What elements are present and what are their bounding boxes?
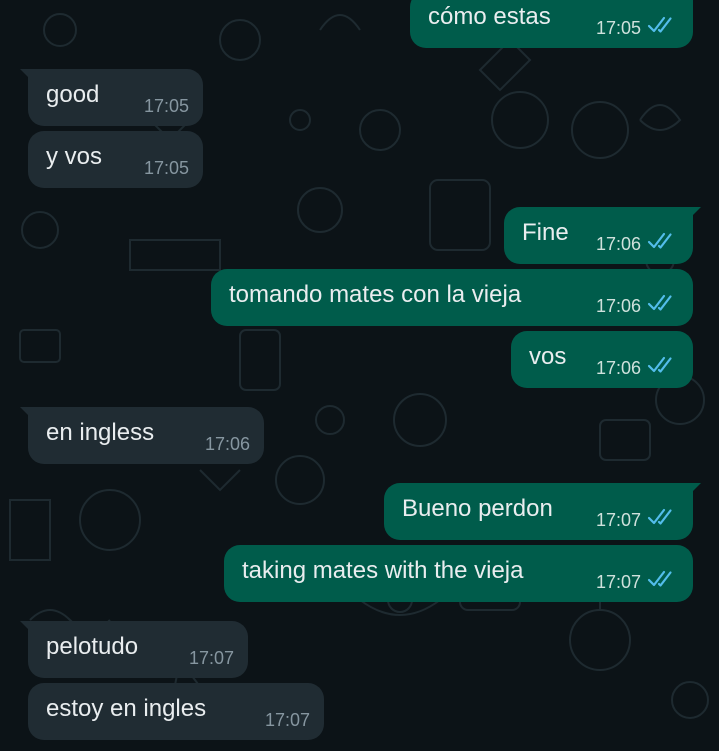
outgoing-message[interactable]: taking mates with the vieja 17:07 xyxy=(224,545,693,602)
message-timestamp: 17:06 xyxy=(595,234,641,254)
outgoing-message[interactable]: Bueno perdon 17:07 xyxy=(384,483,701,540)
outgoing-message[interactable]: vos 17:06 xyxy=(511,331,693,388)
message-timestamp: 17:05 xyxy=(595,18,641,38)
bubble-tail xyxy=(685,483,701,499)
read-double-check-icon xyxy=(647,508,672,525)
outgoing-message[interactable]: Fine 17:06 xyxy=(504,207,701,264)
message-text: vos xyxy=(529,343,567,370)
message-text: en ingless xyxy=(46,419,155,446)
message-text: Fine xyxy=(522,219,569,246)
read-double-check-icon xyxy=(647,570,672,587)
message-timestamp: 17:06 xyxy=(595,296,641,316)
message-timestamp: 17:05 xyxy=(143,96,189,116)
message-text: pelotudo xyxy=(46,633,139,660)
incoming-message[interactable]: good 17:05 xyxy=(20,69,203,126)
message-text: good xyxy=(46,81,100,108)
message-timestamp: 17:07 xyxy=(595,572,641,592)
message-text: taking mates with the vieja xyxy=(242,557,524,584)
incoming-message[interactable]: y vos 17:05 xyxy=(28,131,203,188)
bubble-tail xyxy=(20,69,36,85)
incoming-message[interactable]: estoy en ingles 17:07 xyxy=(28,683,324,740)
message-text: cómo estas xyxy=(428,3,551,30)
read-double-check-icon xyxy=(647,294,672,311)
outgoing-message[interactable]: tomando mates con la vieja 17:06 xyxy=(211,269,693,326)
message-timestamp: 17:06 xyxy=(204,434,250,454)
message-text: estoy en ingles xyxy=(46,695,207,722)
incoming-message[interactable]: en ingless 17:06 xyxy=(20,407,264,464)
message-text: Bueno perdon xyxy=(402,495,553,522)
message-timestamp: 17:07 xyxy=(595,510,641,530)
read-double-check-icon xyxy=(647,232,672,249)
bubble-tail xyxy=(20,621,36,637)
incoming-message[interactable]: pelotudo 17:07 xyxy=(20,621,248,678)
read-double-check-icon xyxy=(647,16,672,33)
outgoing-message[interactable]: cómo estas 17:05 xyxy=(410,0,701,48)
message-timestamp: 17:06 xyxy=(595,358,641,378)
message-timestamp: 17:07 xyxy=(264,710,310,730)
message-timestamp: 17:05 xyxy=(143,158,189,178)
bubble-tail xyxy=(685,207,701,223)
message-text: y vos xyxy=(46,143,103,170)
read-double-check-icon xyxy=(647,356,672,373)
bubble-tail xyxy=(20,407,36,423)
message-timestamp: 17:07 xyxy=(188,648,234,668)
bubble-tail xyxy=(685,0,701,7)
message-text: tomando mates con la vieja xyxy=(229,281,522,308)
